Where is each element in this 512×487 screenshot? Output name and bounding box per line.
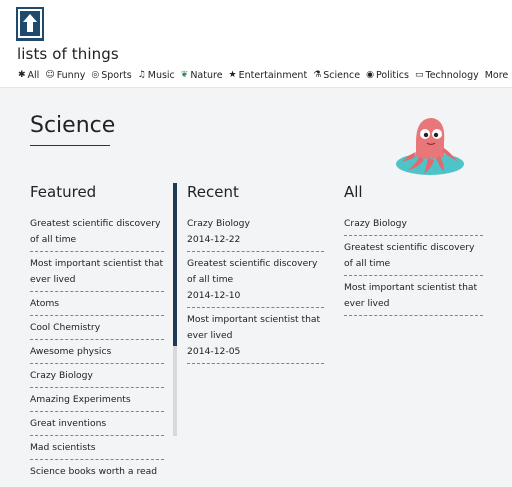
recent-list: Crazy Biology 2014-12-22 Greatest scient… (187, 216, 324, 368)
list-item[interactable]: Greatest scientific discovery of all tim… (30, 216, 164, 252)
scrollbar-thumb[interactable] (173, 183, 177, 346)
recent-title: Recent (187, 183, 239, 201)
item-date: 2014-12-10 (187, 290, 241, 301)
nav-item-music[interactable]: ♫ Music (138, 70, 175, 81)
list-item[interactable]: Most important scientist that ever lived (30, 256, 164, 292)
leaf-icon: ❦ (180, 70, 189, 80)
list-item[interactable]: Greatest scientific discovery of all tim… (344, 240, 483, 276)
list-item[interactable]: Crazy Biology (30, 368, 164, 388)
item-title: Crazy Biology (187, 218, 250, 229)
page-title: Science (30, 113, 116, 138)
nav-item-entertainment[interactable]: ★ Entertainment (229, 70, 308, 81)
nav-item-label: All (27, 70, 40, 81)
asterisk-icon: ✱ (18, 70, 26, 80)
item-title: Greatest scientific discovery of all tim… (187, 258, 318, 285)
nav-item-label: Technology (425, 70, 479, 81)
item-date: 2014-12-05 (187, 346, 241, 357)
featured-title: Featured (30, 183, 97, 201)
nav-item-science[interactable]: ⚗ Science (313, 70, 360, 81)
list-item[interactable]: Greatest scientific discovery of all tim… (187, 256, 324, 308)
item-title: Most important scientist that ever lived (187, 314, 321, 341)
all-list: Crazy Biology Greatest scientific discov… (344, 216, 483, 320)
nav-item-sports[interactable]: ◎ Sports (91, 70, 131, 81)
scrollbar-track[interactable] (173, 346, 177, 436)
smiley-icon: ☺ (45, 70, 55, 80)
nav-item-label: More >> (484, 70, 512, 81)
octopus-mascot-icon (394, 112, 466, 184)
list-item[interactable]: Great inventions (30, 416, 164, 436)
nav-item-politics[interactable]: ◉ Politics (366, 70, 409, 81)
nav-item-more[interactable]: More >> (485, 70, 512, 81)
list-item[interactable]: Cool Chemistry (30, 320, 164, 340)
music-note-icon: ♫ (137, 70, 146, 80)
list-item[interactable]: Crazy Biology 2014-12-22 (187, 216, 324, 252)
list-item[interactable]: Mad scientists (30, 440, 164, 460)
eye-icon: ◉ (366, 70, 374, 80)
upload-arrow-icon (18, 9, 42, 38)
title-underline (30, 145, 110, 146)
star-icon: ★ (228, 70, 237, 80)
nav-item-label: Sports (101, 70, 132, 81)
laptop-icon: ▭ (414, 70, 424, 80)
featured-list: Greatest scientific discovery of all tim… (30, 216, 164, 487)
item-date: 2014-12-22 (187, 234, 241, 245)
site-title[interactable]: lists of things (17, 45, 119, 63)
flask-icon: ⚗ (313, 70, 322, 80)
nav-item-label: Funny (56, 70, 86, 81)
nav-item-all[interactable]: ✱ All (18, 70, 39, 81)
list-item[interactable]: Most important scientist that ever lived… (187, 312, 324, 364)
nav-item-nature[interactable]: ❦ Nature (181, 70, 223, 81)
site-logo[interactable] (16, 7, 44, 41)
all-title: All (344, 183, 363, 201)
nav-item-label: Politics (375, 70, 409, 81)
list-item[interactable]: Amazing Experiments (30, 392, 164, 412)
list-item[interactable]: Science books worth a read (30, 464, 164, 483)
nav-item-label: Entertainment (238, 70, 308, 81)
list-item[interactable]: Most important scientist that ever lived (344, 280, 483, 316)
nav-item-label: Nature (190, 70, 223, 81)
list-item[interactable]: Atoms (30, 296, 164, 316)
nav-item-label: Science (323, 70, 361, 81)
list-item[interactable]: Crazy Biology (344, 216, 483, 236)
header: lists of things (0, 0, 512, 66)
nav-item-funny[interactable]: ☺ Funny (45, 70, 85, 81)
list-item[interactable]: Awesome physics (30, 344, 164, 364)
category-nav: ✱ All ☺ Funny ◎ Sports ♫ Music ❦ Nature … (0, 66, 512, 88)
nav-item-technology[interactable]: ▭ Technology (415, 70, 479, 81)
nav-item-label: Music (147, 70, 175, 81)
ball-icon: ◎ (91, 70, 100, 80)
